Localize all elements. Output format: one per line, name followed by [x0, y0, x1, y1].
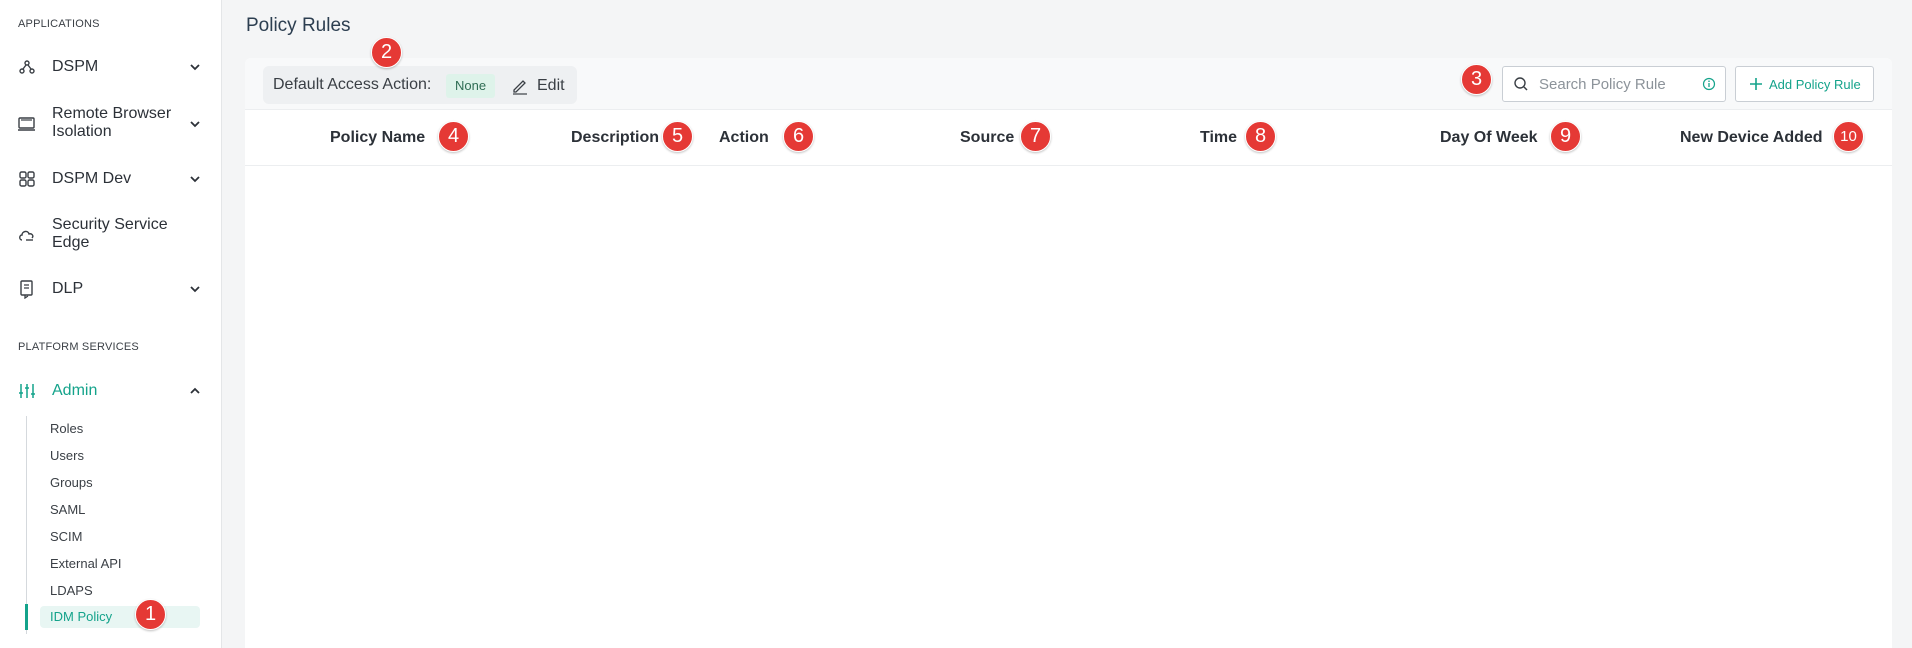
annotation-marker: 3: [1461, 64, 1492, 95]
subnav-item-external-api[interactable]: External API: [50, 556, 122, 571]
search-input[interactable]: [1539, 73, 1689, 95]
sidebar-item-dspm-dev[interactable]: DSPM Dev: [0, 168, 222, 190]
chevron-up-icon[interactable]: [188, 384, 202, 398]
default-access-action: Default Access Action: None Edit: [263, 66, 577, 104]
subnav-item-groups[interactable]: Groups: [50, 475, 93, 490]
sidebar-item-remote-browser-isolation[interactable]: Remote Browser Isolation: [0, 105, 222, 143]
subnav-item-ldaps[interactable]: LDAPS: [50, 583, 93, 598]
grid-icon: [16, 168, 38, 190]
sidebar: APPLICATIONS DSPM Remote Browser Isolati…: [0, 0, 222, 648]
sidebar-item-label: DLP: [52, 280, 84, 297]
toolbar: Default Access Action: None Edit Add Pol…: [245, 58, 1892, 110]
annotation-marker: 8: [1245, 121, 1276, 152]
pencil-icon: [513, 80, 527, 95]
applications-section-title: APPLICATIONS: [18, 18, 100, 30]
subnav-line: [26, 416, 27, 634]
column-header-day-of-week[interactable]: Day Of Week: [1440, 129, 1538, 147]
info-icon[interactable]: [1702, 77, 1716, 91]
annotation-marker: 9: [1550, 121, 1581, 152]
column-header-time[interactable]: Time: [1200, 129, 1237, 147]
annotation-marker: 5: [662, 121, 693, 152]
chevron-down-icon[interactable]: [188, 172, 202, 186]
sidebar-item-dspm[interactable]: DSPM: [0, 56, 222, 78]
annotation-marker: 2: [371, 37, 402, 68]
column-header-policy-name[interactable]: Policy Name: [330, 129, 425, 147]
chevron-down-icon[interactable]: [188, 60, 202, 74]
annotation-marker: 1: [135, 599, 166, 630]
sidebar-item-label: DSPM Dev: [52, 170, 132, 187]
column-header-source[interactable]: Source: [960, 129, 1014, 147]
nodes-icon: [16, 56, 38, 78]
table-header: Policy Name Description Action Source Ti…: [245, 110, 1892, 166]
access-action-label: Default Access Action:: [273, 76, 432, 93]
subnav-item-idm-policy[interactable]: IDM Policy: [40, 606, 200, 628]
annotation-marker: 6: [783, 121, 814, 152]
sidebar-item-label: Remote Browser Isolation: [52, 105, 172, 140]
edit-button[interactable]: Edit: [511, 74, 565, 98]
browser-window-icon: [16, 113, 38, 135]
subnav-item-roles[interactable]: Roles: [50, 421, 83, 436]
sidebar-item-dlp[interactable]: DLP: [0, 278, 222, 300]
annotation-marker: 10: [1833, 121, 1864, 152]
sidebar-item-admin[interactable]: Admin: [0, 380, 222, 402]
column-header-action[interactable]: Action: [719, 129, 769, 147]
column-header-description[interactable]: Description: [571, 129, 659, 147]
plus-icon: [1750, 78, 1762, 90]
page-title: Policy Rules: [246, 15, 351, 36]
sidebar-item-security-service-edge[interactable]: Security Service Edge: [0, 216, 222, 254]
sidebar-item-label: Security Service Edge: [52, 216, 168, 251]
column-header-new-device-added[interactable]: New Device Added: [1680, 129, 1823, 147]
active-indicator: [25, 604, 28, 630]
edit-label: Edit: [537, 77, 565, 94]
annotation-marker: 7: [1020, 121, 1051, 152]
cloud-icon: [16, 224, 38, 246]
search-icon: [1514, 77, 1528, 91]
subnav-item-users[interactable]: Users: [50, 448, 84, 463]
chevron-down-icon[interactable]: [188, 282, 202, 296]
sliders-icon: [16, 380, 38, 402]
add-policy-rule-button[interactable]: Add Policy Rule: [1735, 66, 1874, 102]
subnav-item-saml[interactable]: SAML: [50, 502, 85, 517]
search-box[interactable]: [1502, 66, 1726, 102]
sidebar-item-label: Admin: [52, 382, 98, 399]
table-body: [245, 167, 1892, 648]
document-icon: [16, 278, 38, 300]
chevron-down-icon[interactable]: [188, 117, 202, 131]
platform-services-section-title: PLATFORM SERVICES: [18, 341, 139, 353]
access-action-badge: None: [446, 74, 496, 98]
policy-rules-panel: Default Access Action: None Edit Add Pol…: [245, 58, 1892, 648]
annotation-marker: 4: [438, 121, 469, 152]
add-policy-rule-label: Add Policy Rule: [1769, 77, 1861, 92]
sidebar-item-label: DSPM: [52, 58, 99, 75]
subnav-item-scim[interactable]: SCIM: [50, 529, 83, 544]
